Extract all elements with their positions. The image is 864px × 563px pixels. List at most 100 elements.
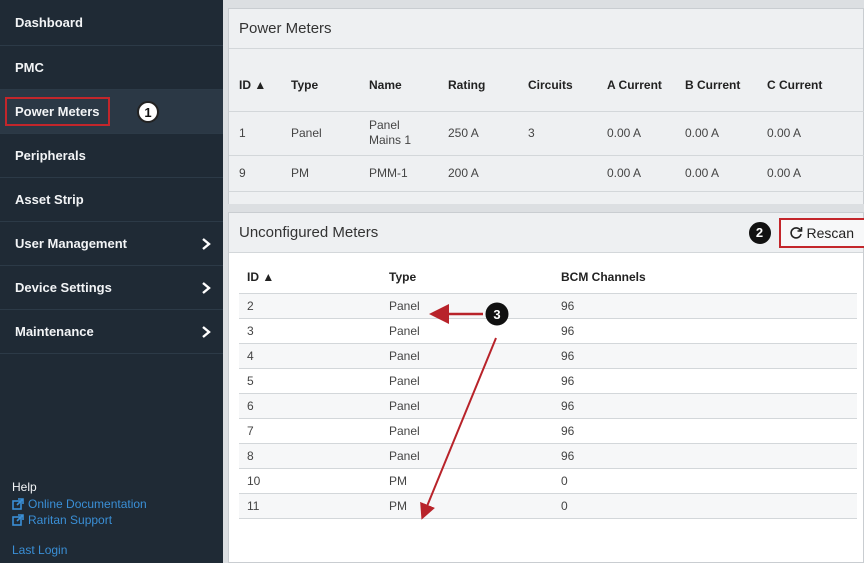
rescan-button[interactable]: Rescan bbox=[778, 217, 864, 248]
cell-type: Panel bbox=[389, 293, 561, 319]
cell-bcm-channels: 96 bbox=[561, 418, 857, 444]
cell-bcm-channels: 96 bbox=[561, 443, 857, 469]
cell-a-current: 0.00 A bbox=[607, 154, 685, 192]
power-meters-table: ID ▲ Type Name Rating Circuits A Current… bbox=[229, 49, 864, 192]
cell-id: 2 bbox=[239, 293, 389, 319]
cell-id: 10 bbox=[239, 468, 389, 494]
cell-type: PM bbox=[291, 154, 369, 192]
column-header-a-current[interactable]: A Current bbox=[607, 49, 685, 111]
cell-id: 9 bbox=[229, 154, 291, 192]
column-header-rating[interactable]: Rating bbox=[448, 49, 528, 111]
table-row[interactable]: 11 PM 0 bbox=[239, 493, 857, 519]
table-row[interactable]: 8 Panel 96 bbox=[239, 443, 857, 469]
table-row[interactable]: 7 Panel 96 bbox=[239, 418, 857, 444]
sidebar-item-device-settings[interactable]: Device Settings bbox=[0, 266, 223, 310]
callout-marker-3: 3 bbox=[486, 303, 508, 325]
sidebar-item-label: User Management bbox=[15, 236, 127, 251]
rescan-label: Rescan bbox=[806, 224, 854, 241]
sidebar: Dashboard PMC Power Meters 1 Peripherals… bbox=[0, 0, 223, 563]
column-header-id[interactable]: ID ▲ bbox=[229, 49, 291, 111]
cell-type: Panel bbox=[389, 418, 561, 444]
unconfigured-meters-panel: Unconfigured Meters 2 Rescan ID ▲ Type B… bbox=[228, 212, 864, 563]
cell-bcm-channels: 0 bbox=[561, 493, 857, 519]
cell-id: 11 bbox=[239, 493, 389, 519]
cell-id: 6 bbox=[239, 393, 389, 419]
power-meters-title: Power Meters bbox=[229, 9, 863, 49]
cell-id: 3 bbox=[239, 318, 389, 344]
cell-type: PM bbox=[389, 493, 561, 519]
raritan-support-label: Raritan Support bbox=[28, 513, 113, 527]
table-row[interactable]: 9 PM PMM-1 200 A 0.00 A 0.00 A 0.00 A bbox=[229, 154, 864, 192]
cell-bcm-channels: 96 bbox=[561, 368, 857, 394]
cell-type: Panel bbox=[389, 443, 561, 469]
column-header-circuits[interactable]: Circuits bbox=[528, 49, 607, 111]
cell-id: 5 bbox=[239, 368, 389, 394]
unconfigured-meters-title: Unconfigured Meters bbox=[239, 224, 379, 241]
cell-circuits bbox=[528, 154, 607, 192]
chevron-right-icon bbox=[202, 281, 211, 294]
cell-bcm-channels: 0 bbox=[561, 468, 857, 494]
sidebar-item-label: Maintenance bbox=[15, 324, 94, 339]
cell-b-current: 0.00 A bbox=[685, 154, 767, 192]
refresh-icon bbox=[789, 226, 802, 239]
raritan-support-link[interactable]: Raritan Support bbox=[12, 512, 147, 528]
cell-bcm-channels: 96 bbox=[561, 318, 857, 344]
column-header-id[interactable]: ID ▲ bbox=[239, 261, 389, 294]
cell-a-current: 0.00 A bbox=[607, 110, 685, 155]
help-section: Help Online Documentation Raritan Suppor… bbox=[12, 480, 147, 528]
sidebar-item-label: Dashboard bbox=[15, 15, 83, 30]
sidebar-item-asset-strip[interactable]: Asset Strip bbox=[0, 178, 223, 222]
chevron-right-icon bbox=[202, 325, 211, 338]
power-meters-panel: Power Meters ID ▲ Type Name Rating Circu… bbox=[228, 8, 864, 204]
sidebar-item-peripherals[interactable]: Peripherals bbox=[0, 134, 223, 178]
cell-id: 4 bbox=[239, 343, 389, 369]
column-header-bcm-channels[interactable]: BCM Channels bbox=[561, 261, 857, 294]
column-header-type[interactable]: Type bbox=[389, 261, 561, 294]
sidebar-item-user-management[interactable]: User Management bbox=[0, 222, 223, 266]
cell-type: Panel bbox=[389, 343, 561, 369]
column-header-c-current[interactable]: C Current bbox=[767, 49, 864, 111]
sidebar-item-label: Device Settings bbox=[15, 280, 112, 295]
sidebar-item-label: Asset Strip bbox=[15, 192, 84, 207]
cell-type: PM bbox=[389, 468, 561, 494]
table-row[interactable]: 10 PM 0 bbox=[239, 468, 857, 494]
cell-name: Panel Mains 1 bbox=[369, 110, 448, 155]
table-row[interactable]: 6 Panel 96 bbox=[239, 393, 857, 419]
cell-bcm-channels: 96 bbox=[561, 293, 857, 319]
external-link-icon bbox=[12, 514, 24, 526]
column-header-b-current[interactable]: B Current bbox=[685, 49, 767, 111]
table-row[interactable]: 5 Panel 96 bbox=[239, 368, 857, 394]
sidebar-item-pmc[interactable]: PMC bbox=[0, 46, 223, 90]
cell-type: Panel bbox=[291, 110, 369, 155]
cell-rating: 250 A bbox=[448, 110, 528, 155]
cell-id: 7 bbox=[239, 418, 389, 444]
column-header-name[interactable]: Name bbox=[369, 49, 448, 111]
cell-name: PMM-1 bbox=[369, 154, 448, 192]
column-header-type[interactable]: Type bbox=[291, 49, 369, 111]
main-content: Power Meters ID ▲ Type Name Rating Circu… bbox=[223, 0, 864, 563]
cell-circuits: 3 bbox=[528, 110, 607, 155]
cell-id: 1 bbox=[229, 110, 291, 155]
help-title: Help bbox=[12, 480, 37, 494]
sidebar-item-dashboard[interactable]: Dashboard bbox=[0, 0, 223, 46]
last-login-link[interactable]: Last Login bbox=[12, 543, 67, 557]
online-documentation-link[interactable]: Online Documentation bbox=[12, 496, 147, 512]
online-documentation-label: Online Documentation bbox=[28, 497, 147, 511]
cell-bcm-channels: 96 bbox=[561, 393, 857, 419]
unconfigured-meters-table: ID ▲ Type BCM Channels 2 Panel 96 3 Panel 96 4… bbox=[239, 261, 857, 519]
external-link-icon bbox=[12, 498, 24, 510]
table-row[interactable]: 2 Panel 96 bbox=[239, 293, 857, 319]
table-row[interactable]: 4 Panel 96 bbox=[239, 343, 857, 369]
chevron-right-icon bbox=[202, 237, 211, 250]
sidebar-item-power-meters[interactable]: Power Meters 1 bbox=[0, 90, 223, 134]
sidebar-item-maintenance[interactable]: Maintenance bbox=[0, 310, 223, 354]
table-row[interactable]: 1 Panel Panel Mains 1 250 A 3 0.00 A 0.0… bbox=[229, 110, 864, 155]
cell-rating: 200 A bbox=[448, 154, 528, 192]
sidebar-item-label: PMC bbox=[15, 60, 44, 75]
sidebar-item-label: Peripherals bbox=[15, 148, 86, 163]
callout-marker-1: 1 bbox=[137, 101, 159, 123]
cell-type: Panel bbox=[389, 368, 561, 394]
cell-bcm-channels: 96 bbox=[561, 343, 857, 369]
table-row[interactable]: 3 Panel 96 bbox=[239, 318, 857, 344]
cell-c-current: 0.00 A bbox=[767, 154, 864, 192]
